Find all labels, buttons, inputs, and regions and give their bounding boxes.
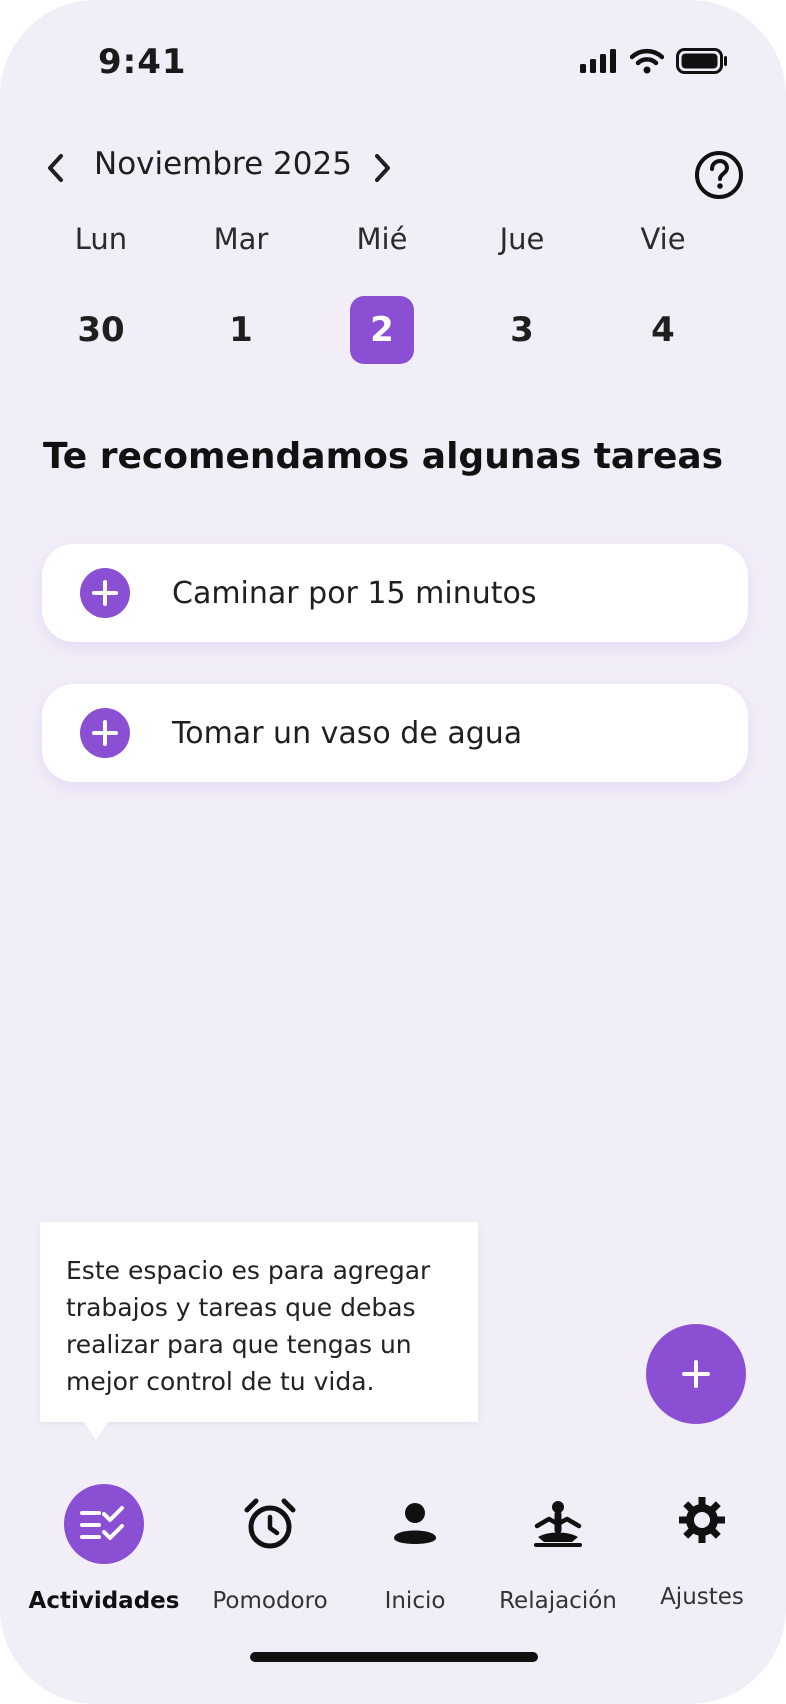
nav-inicio[interactable]: Inicio <box>335 1470 495 1620</box>
previous-month-button[interactable] <box>36 148 76 188</box>
nav-label: Inicio <box>384 1588 446 1614</box>
onboarding-tooltip: Este espacio es para agregar trabajos y … <box>40 1222 478 1440</box>
battery-icon <box>676 48 727 74</box>
phone-screen: 9:41 Noviembre 2025 Lun 30 Mar 1 Mié 2 J… <box>0 0 786 1704</box>
checklist-icon <box>64 1484 144 1564</box>
add-task-button[interactable] <box>646 1324 746 1424</box>
home-indicator <box>250 1652 538 1662</box>
day-number: 3 <box>510 310 534 350</box>
day-name: Vie <box>640 222 686 256</box>
chevron-right-icon <box>375 154 390 182</box>
status-time: 9:41 <box>98 42 187 82</box>
nav-label: Pomodoro <box>212 1588 328 1614</box>
day-number-selected: 2 <box>350 296 414 364</box>
task-label: Tomar un vaso de agua <box>172 715 523 751</box>
next-month-button[interactable] <box>362 148 402 188</box>
day-number: 1 <box>229 310 253 350</box>
tooltip-pointer <box>84 1422 108 1440</box>
nav-label: Ajustes <box>660 1584 744 1610</box>
chevron-left-icon <box>48 154 63 182</box>
help-button[interactable] <box>694 150 744 200</box>
task-card[interactable]: Caminar por 15 minutos <box>42 544 748 642</box>
plus-icon[interactable] <box>80 708 130 758</box>
bottom-navigation: Actividades Pomodoro Inicio Relajación A… <box>0 1470 786 1620</box>
signal-icon <box>580 49 616 73</box>
section-title: Te recomendamos algunas tareas <box>43 436 724 477</box>
wifi-icon <box>630 48 664 74</box>
day-name: Jue <box>499 222 545 256</box>
nav-label: Relajación <box>499 1588 617 1614</box>
nav-actividades[interactable]: Actividades <box>24 1470 184 1620</box>
day-number: 4 <box>651 310 675 350</box>
day-name: Mar <box>213 222 269 256</box>
person-icon <box>375 1484 455 1564</box>
day-mie-selected[interactable]: Mié 2 <box>327 222 437 364</box>
nav-pomodoro[interactable]: Pomodoro <box>190 1470 350 1620</box>
month-navigation: Noviembre 2025 <box>36 140 750 200</box>
day-name: Lun <box>74 222 128 256</box>
meditation-icon <box>518 1484 598 1564</box>
nav-label: Actividades <box>28 1588 180 1614</box>
day-vie[interactable]: Vie 4 <box>608 222 718 364</box>
task-card[interactable]: Tomar un vaso de agua <box>42 684 748 782</box>
nav-relajacion[interactable]: Relajación <box>478 1470 638 1620</box>
nav-ajustes[interactable]: Ajustes <box>622 1470 782 1620</box>
plus-icon[interactable] <box>80 568 130 618</box>
day-name: Mié <box>356 222 408 256</box>
day-mar[interactable]: Mar 1 <box>186 222 296 364</box>
gear-icon <box>662 1480 742 1560</box>
status-icons <box>580 48 728 74</box>
day-jue[interactable]: Jue 3 <box>467 222 577 364</box>
month-label: Noviembre 2025 <box>94 146 352 182</box>
alarm-clock-icon <box>230 1484 310 1564</box>
day-number: 30 <box>77 310 125 350</box>
task-label: Caminar por 15 minutos <box>172 575 537 611</box>
day-lun[interactable]: Lun 30 <box>46 222 156 364</box>
question-mark-icon <box>695 151 743 199</box>
tooltip-text: Este espacio es para agregar trabajos y … <box>66 1256 431 1396</box>
